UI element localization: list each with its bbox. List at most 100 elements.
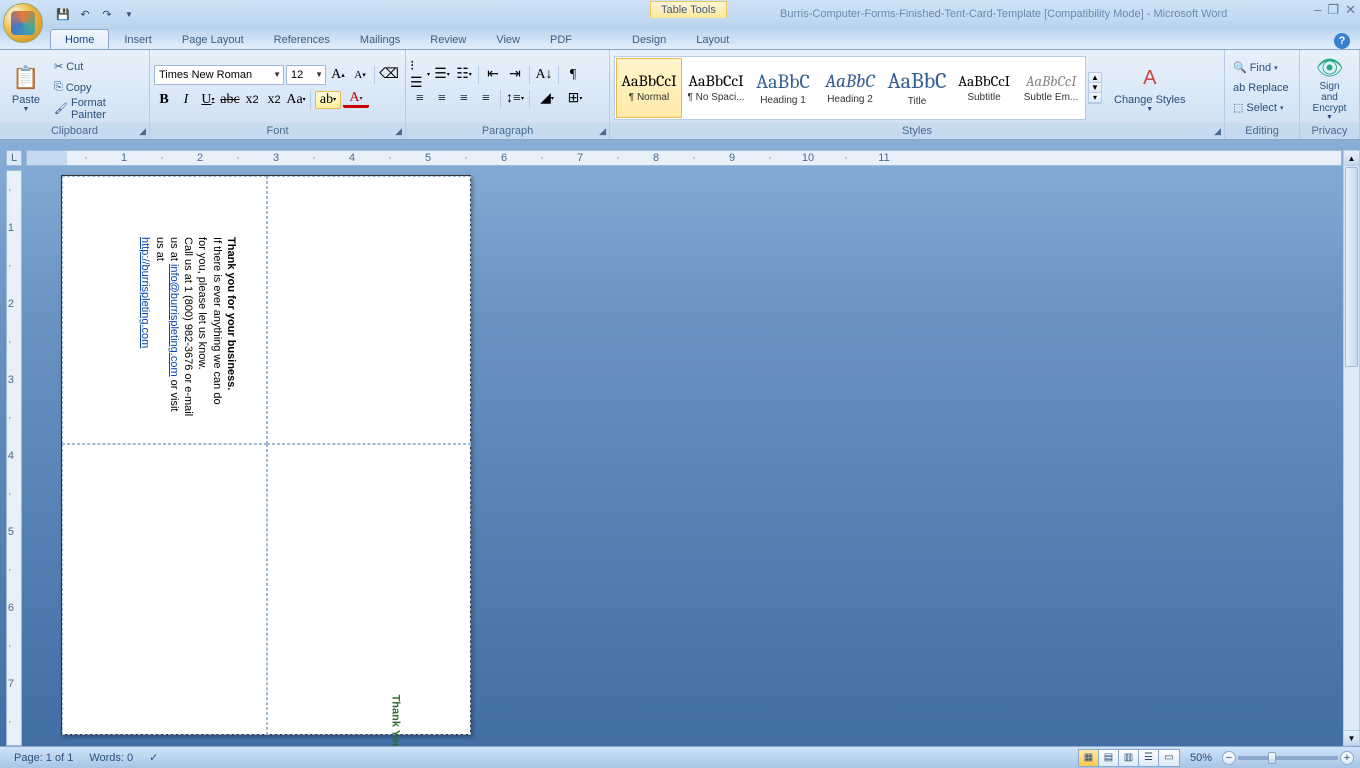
website-link[interactable]: http://burrispleting.com — [139, 237, 151, 348]
gallery-up-icon[interactable]: ▲ — [1089, 73, 1101, 83]
change-case-button[interactable]: Aa▾ — [286, 91, 306, 109]
help-icon[interactable]: ? — [1334, 33, 1350, 49]
font-launcher-icon[interactable]: ◢ — [395, 126, 402, 137]
format-painter-button[interactable]: 🖌Format Painter — [50, 99, 145, 119]
maximize-icon[interactable]: ❐ — [1327, 2, 1339, 18]
superscript-button[interactable]: x2 — [264, 91, 284, 109]
tab-references[interactable]: References — [259, 29, 345, 49]
proofing-icon[interactable]: ✓ — [141, 751, 166, 764]
copy-button[interactable]: ⎘Copy — [50, 78, 145, 98]
find-button[interactable]: 🔍Find▾ — [1229, 58, 1293, 78]
scrollbar-thumb[interactable] — [1345, 167, 1358, 367]
style-item-heading[interactable]: AaBbCHeading 2 — [817, 58, 883, 118]
undo-icon[interactable]: ↶ — [76, 5, 94, 23]
gallery-down-icon[interactable]: ▼ — [1089, 83, 1101, 93]
zoom-in-button[interactable]: + — [1340, 751, 1354, 765]
scroll-up-icon[interactable]: ▲ — [1344, 151, 1359, 166]
sign-encrypt-button[interactable]: 👁 Sign and Encrypt ▼ — [1304, 53, 1355, 123]
shading-button[interactable]: ◢▾ — [534, 90, 560, 108]
bullets-button[interactable]: ⁝☰▾ — [410, 66, 430, 84]
bold-button[interactable]: B — [154, 91, 174, 109]
paragraph-launcher-icon[interactable]: ◢ — [599, 126, 606, 137]
font-name-combo[interactable]: Times New Roman▼ — [154, 65, 284, 85]
sort-button[interactable]: A↓ — [534, 66, 554, 84]
tab-home[interactable]: Home — [50, 29, 109, 49]
zoom-out-button[interactable]: − — [1222, 751, 1236, 765]
replace-button[interactable]: abReplace — [1229, 78, 1293, 98]
justify-button[interactable]: ≡ — [476, 90, 496, 108]
show-marks-button[interactable]: ¶ — [563, 66, 583, 84]
draft-view-button[interactable]: ▭ — [1159, 750, 1179, 766]
web-layout-view-button[interactable]: ▥ — [1119, 750, 1139, 766]
qat-customize-icon[interactable]: ▼ — [120, 5, 138, 23]
change-styles-button[interactable]: A Change Styles ▼ — [1108, 53, 1192, 123]
borders-button[interactable]: ⊞▾ — [562, 90, 588, 108]
select-button[interactable]: ⬚Select▾ — [1229, 98, 1293, 118]
outline-view-button[interactable]: ☰ — [1139, 750, 1159, 766]
tab-design[interactable]: Design — [617, 29, 681, 49]
font-color-button[interactable]: A▾ — [343, 91, 369, 108]
vertical-ruler[interactable]: ·1·2·3·4·5·6·7·8·9·10·11·12·13 — [6, 170, 22, 746]
email-link[interactable]: info@burrispleting.com — [168, 264, 180, 377]
table-cell[interactable]: Burris — [62, 444, 267, 735]
font-size-combo[interactable]: 12▼ — [286, 65, 326, 85]
clear-formatting-button[interactable]: ⌫ — [379, 66, 399, 84]
redo-icon[interactable]: ↷ — [98, 5, 116, 23]
full-screen-view-button[interactable]: ▤ — [1099, 750, 1119, 766]
line-spacing-button[interactable]: ↕≡▾ — [505, 90, 525, 108]
horizontal-ruler[interactable]: ·1·2·3·4·5·6·7·8·9·10·11 — [26, 150, 1342, 166]
increase-indent-button[interactable]: ⇥ — [505, 66, 525, 84]
numbering-button[interactable]: ☰▾ — [432, 66, 452, 84]
style-item-subtitle[interactable]: AaBbCcISubtitle — [951, 58, 1017, 118]
decrease-indent-button[interactable]: ⇤ — [483, 66, 503, 84]
strikethrough-button[interactable]: abc — [220, 91, 240, 109]
page[interactable]: Thank you for your business. If there is… — [61, 175, 471, 735]
style-item-nospaci[interactable]: AaBbCcI¶ No Spaci... — [683, 58, 749, 118]
document-area[interactable]: Thank you for your business. If there is… — [26, 170, 1342, 746]
tab-pdf[interactable]: PDF — [535, 29, 587, 49]
align-left-button[interactable]: ≡ — [410, 90, 430, 108]
align-center-button[interactable]: ≡ — [432, 90, 452, 108]
table-cell[interactable]: Thank you for your business. If there is… — [62, 176, 267, 444]
zoom-level[interactable]: 50% — [1182, 752, 1220, 764]
save-icon[interactable]: 💾 — [54, 5, 72, 23]
thank-you-heading[interactable]: Thank You! — [383, 695, 421, 746]
subscript-button[interactable]: x2 — [242, 91, 262, 109]
tab-mailings[interactable]: Mailings — [345, 29, 415, 49]
align-right-button[interactable]: ≡ — [454, 90, 474, 108]
italic-button[interactable]: I — [176, 91, 196, 109]
style-item-normal[interactable]: AaBbCcI¶ Normal — [616, 58, 682, 118]
underline-button[interactable]: U▾ — [198, 91, 218, 109]
card-body-text[interactable]: Thank you for your business. If there is… — [138, 237, 238, 417]
zoom-slider-thumb[interactable] — [1268, 752, 1276, 764]
zoom-slider[interactable] — [1238, 756, 1338, 760]
style-item-subtleem[interactable]: AaBbCcISubtle Em... — [1018, 58, 1084, 118]
table-cell[interactable]: Thank You! — [267, 444, 471, 735]
word-count[interactable]: Words: 0 — [81, 752, 141, 764]
gallery-more-icon[interactable]: ▾ — [1089, 93, 1101, 103]
tab-page-layout[interactable]: Page Layout — [167, 29, 259, 49]
clipboard-launcher-icon[interactable]: ◢ — [139, 126, 146, 137]
tab-view[interactable]: View — [481, 29, 535, 49]
styles-launcher-icon[interactable]: ◢ — [1214, 126, 1221, 137]
office-button[interactable] — [3, 3, 43, 43]
vertical-scrollbar[interactable]: ▲ ▼ — [1343, 150, 1360, 746]
tab-layout[interactable]: Layout — [681, 29, 744, 49]
highlight-button[interactable]: ab▾ — [315, 91, 341, 109]
multilevel-button[interactable]: ☷▾ — [454, 66, 474, 84]
page-status[interactable]: Page: 1 of 1 — [6, 752, 81, 764]
cut-button[interactable]: ✂Cut — [50, 57, 145, 77]
tab-selector[interactable]: L — [6, 150, 22, 166]
print-layout-view-button[interactable]: ▦ — [1079, 750, 1099, 766]
paste-button[interactable]: 📋 Paste ▼ — [4, 53, 48, 123]
scroll-down-icon[interactable]: ▼ — [1344, 730, 1359, 745]
style-item-title[interactable]: AaBbCTitle — [884, 58, 950, 118]
tab-review[interactable]: Review — [415, 29, 481, 49]
close-icon[interactable]: ✕ — [1345, 2, 1356, 18]
tab-insert[interactable]: Insert — [109, 29, 167, 49]
grow-font-button[interactable]: A▴ — [328, 66, 348, 84]
table-cell[interactable] — [267, 176, 471, 444]
shrink-font-button[interactable]: A▾ — [350, 66, 370, 84]
minimize-icon[interactable]: – — [1314, 2, 1321, 18]
style-item-heading[interactable]: AaBbCHeading 1 — [750, 58, 816, 118]
